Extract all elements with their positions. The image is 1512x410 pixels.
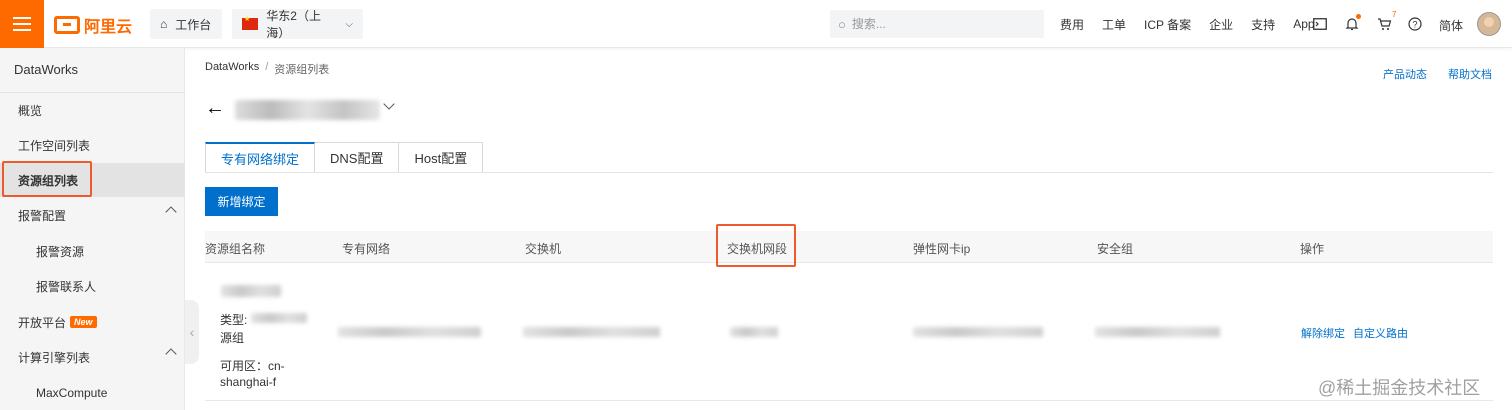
sidebar-item-label: 报警资源 — [36, 244, 85, 259]
tab-vpc-binding[interactable]: 专有网络绑定 — [205, 142, 316, 173]
resource-group-name-redacted — [235, 100, 380, 120]
svg-text:?: ? — [1412, 20, 1417, 30]
breadcrumb-current: 资源组列表 — [274, 64, 330, 76]
sidebar-item-label: MaxCompute — [36, 386, 108, 400]
custom-route-link[interactable]: 自定义路由 — [1353, 325, 1408, 341]
aliyun-logo[interactable]: 阿里云 — [54, 13, 132, 37]
breadcrumb-root[interactable]: DataWorks — [205, 61, 259, 77]
user-avatar[interactable] — [1477, 12, 1501, 36]
china-flag-icon — [242, 15, 259, 30]
top-nav-links: 费用 工单 ICP 备案 企业 支持 App — [1060, 0, 1333, 48]
brand-name: 阿里云 — [84, 19, 133, 36]
type-label: 类型: — [220, 313, 248, 327]
search-icon: ○ — [838, 16, 846, 32]
column-header: 资源组名称 — [205, 242, 266, 256]
search-box[interactable]: ○ — [830, 10, 1044, 38]
highlight-box-sidebar — [2, 161, 92, 197]
sidebar-item-label: 计算引擎列表 — [18, 350, 91, 365]
sidebar-collapse-handle[interactable]: ‹ — [185, 300, 199, 364]
column-header: 安全组 — [1097, 242, 1134, 256]
nav-link-icp[interactable]: ICP 备案 — [1144, 16, 1191, 33]
vswitch-cidr-redacted — [730, 327, 778, 337]
cart-icon[interactable] — [1374, 14, 1394, 34]
tabs: 专有网络绑定 DNS配置 Host配置 — [205, 142, 484, 173]
back-arrow-icon[interactable]: ← — [205, 97, 225, 120]
new-binding-button[interactable]: 新增绑定 — [205, 187, 278, 216]
chevron-left-icon: ‹ — [189, 324, 195, 340]
breadcrumb-separator: / — [265, 61, 269, 73]
home-icon: ⌂ — [160, 17, 168, 31]
new-badge: New — [70, 316, 97, 328]
eni-ip-redacted — [913, 327, 1043, 337]
vpc-id-redacted — [338, 327, 481, 337]
watermark: @稀土掘金技术社区 — [1318, 378, 1481, 398]
help-docs-link[interactable]: 帮助文档 — [1448, 66, 1492, 82]
workbench-label: 工作台 — [175, 17, 212, 32]
type-suffix: 源组 — [220, 331, 245, 345]
chevron-down-icon: ⌵ — [345, 18, 353, 30]
product-news-link[interactable]: 产品动态 — [1383, 66, 1427, 82]
sidebar-item-label: 工作空间列表 — [18, 138, 91, 153]
notification-dot — [1356, 14, 1361, 19]
sidebar-title: DataWorks — [14, 62, 79, 77]
sidebar-item-alarm-resource[interactable]: 报警资源 — [0, 234, 185, 268]
chevron-up-icon — [165, 206, 177, 218]
unbind-link[interactable]: 解除绑定 — [1301, 325, 1345, 341]
vswitch-id-redacted — [523, 327, 660, 337]
sidebar-item-label: 报警配置 — [18, 208, 67, 223]
sidebar-item-alarm-contacts[interactable]: 报警联系人 — [0, 269, 185, 303]
highlight-box-switch-cidr — [716, 224, 796, 267]
column-header: 操作 — [1300, 242, 1325, 256]
nav-link-tickets[interactable]: 工单 — [1102, 16, 1126, 33]
sidebar-item-label: 报警联系人 — [36, 279, 97, 294]
chevron-up-icon — [165, 348, 177, 360]
sidebar-item-compute-engines[interactable]: 计算引擎列表 — [0, 340, 185, 374]
help-icon[interactable]: ? — [1405, 14, 1425, 34]
language-switch[interactable]: 简体 — [1439, 17, 1463, 34]
sidebar-item-overview[interactable]: 概览 — [0, 93, 185, 127]
nav-link-fees[interactable]: 费用 — [1060, 16, 1084, 33]
terminal-icon[interactable] — [1310, 14, 1330, 34]
table-header: 资源组名称 专有网络 交换机 交换机网段 弹性网卡ip 安全组 操作 — [205, 231, 1493, 263]
nav-link-support[interactable]: 支持 — [1251, 16, 1275, 33]
cart-count-badge: 7 — [1392, 10, 1397, 19]
menu-icon[interactable] — [0, 0, 44, 48]
sidebar-item-alarm-config[interactable]: 报警配置 — [0, 198, 185, 232]
breadcrumb: DataWorks / 资源组列表 — [205, 61, 329, 77]
sidebar-item-workspace-list[interactable]: 工作空间列表 — [0, 128, 185, 162]
tab-dns-config[interactable]: DNS配置 — [315, 142, 400, 173]
tab-host-config[interactable]: Host配置 — [399, 142, 484, 173]
sidebar-item-open-platform[interactable]: 开放平台 New — [0, 305, 185, 339]
nav-link-enterprise[interactable]: 企业 — [1209, 16, 1233, 33]
column-header: 交换机 — [525, 242, 562, 256]
workbench-button[interactable]: ⌂ 工作台 — [150, 9, 222, 39]
chevron-down-icon[interactable] — [383, 98, 395, 110]
sidebar-item-label: 概览 — [18, 103, 43, 118]
column-header: 弹性网卡ip — [913, 242, 971, 256]
aliyun-logo-icon — [54, 16, 80, 34]
zone-value: shanghai-f — [220, 375, 277, 389]
sidebar: DataWorks 概览 工作空间列表 资源组列表 报警配置 报警资源 报警联系… — [0, 48, 185, 410]
table-row: 类型: 源组 可用区：cn- shanghai-f 解除绑定 自定义路由 — [205, 263, 1493, 401]
tabs-divider — [205, 172, 1493, 173]
region-selector[interactable]: 华东2（上海） ⌵ — [232, 9, 363, 40]
top-bar: 阿里云 ⌂ 工作台 华东2（上海） ⌵ ○ 费用 工单 ICP 备案 企业 支持… — [0, 0, 1512, 48]
sidebar-item-maxcompute[interactable]: MaxCompute — [0, 376, 185, 410]
search-input[interactable] — [851, 17, 1022, 31]
security-group-redacted — [1095, 327, 1220, 337]
column-header: 专有网络 — [342, 242, 391, 256]
region-label: 华东2（上海） — [266, 9, 321, 40]
type-value-redacted — [251, 313, 307, 323]
sidebar-item-label: 开放平台 — [18, 315, 67, 330]
resource-group-name-redacted — [221, 285, 281, 297]
zone-label: 可用区：cn- — [220, 359, 285, 373]
